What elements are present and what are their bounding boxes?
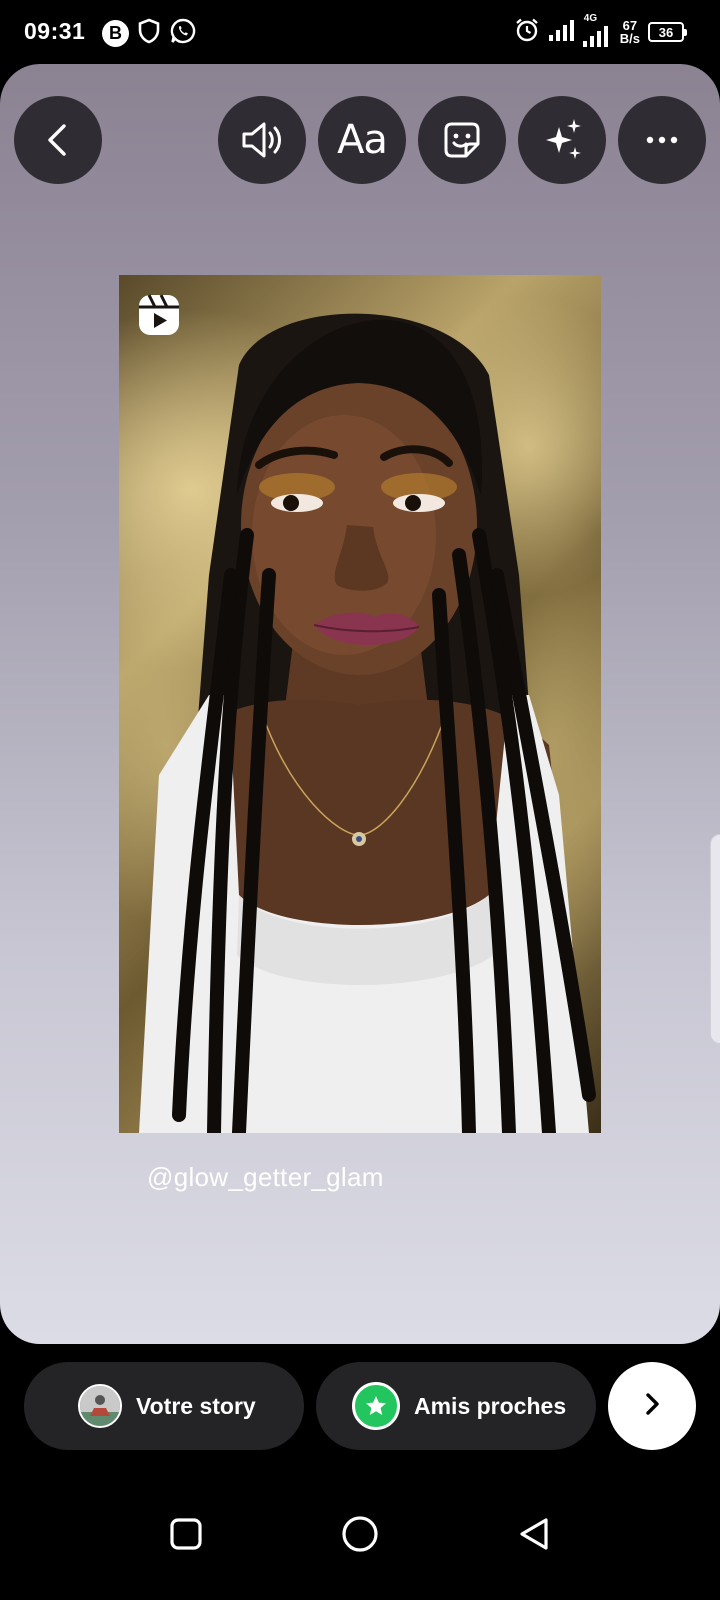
shield-icon [137,18,161,49]
b-badge-icon: B [102,20,129,47]
signal-icon [548,19,574,46]
reels-icon [137,293,181,337]
battery-icon: 36 [648,22,687,42]
shared-reel-preview[interactable] [119,275,601,1133]
more-options-button[interactable] [618,96,706,184]
network-type: 4G [583,13,598,24]
your-story-label: Votre story [136,1392,256,1419]
status-time: 09:31 [24,18,86,44]
sound-button[interactable] [218,96,306,184]
home-button[interactable] [338,1514,382,1558]
sound-icon [236,114,288,166]
close-friends-label: Amis proches [414,1392,567,1419]
back-triangle-icon [516,1516,552,1557]
mention-sticker[interactable]: @glow_getter_glam [147,1162,384,1193]
effects-icon [537,115,587,165]
battery-level: 36 [658,24,674,40]
recents-icon [169,1517,203,1556]
next-button[interactable] [608,1362,696,1450]
side-drawer-handle[interactable] [710,834,720,1044]
more-icon [642,134,682,146]
your-story-button[interactable]: Votre story [24,1362,304,1450]
home-icon [341,1515,379,1558]
system-nav-bar [0,1484,720,1600]
signal-4g-icon: 4G [582,13,612,47]
effects-button[interactable] [518,96,606,184]
whatsapp-icon [169,17,197,50]
sticker-icon [438,116,486,164]
nav-back-button[interactable] [512,1514,556,1558]
back-icon [38,120,78,160]
close-friends-button[interactable]: Amis proches [316,1362,596,1450]
star-icon [352,1382,400,1430]
alarm-icon [514,17,540,48]
avatar [78,1384,122,1428]
back-button[interactable] [14,96,102,184]
sticker-button[interactable] [418,96,506,184]
status-right-icons: 4G 67 B/s 36 [514,13,687,50]
status-bar: 09:31 B 4G 67 B/s 36 [0,0,720,64]
net-speed-unit: B/s [619,31,640,46]
story-editor-canvas[interactable]: Aa @glow_getter_glam [0,64,720,1344]
chevron-right-icon [638,1390,666,1423]
text-tool-button[interactable]: Aa [318,96,406,184]
net-speed: 67 B/s [620,19,640,45]
share-bar: Votre story Amis proches [0,1344,720,1484]
recents-button[interactable] [164,1514,208,1558]
reel-photo [139,313,596,1133]
text-icon: Aa [337,117,388,163]
status-left-icons: B [102,17,197,50]
